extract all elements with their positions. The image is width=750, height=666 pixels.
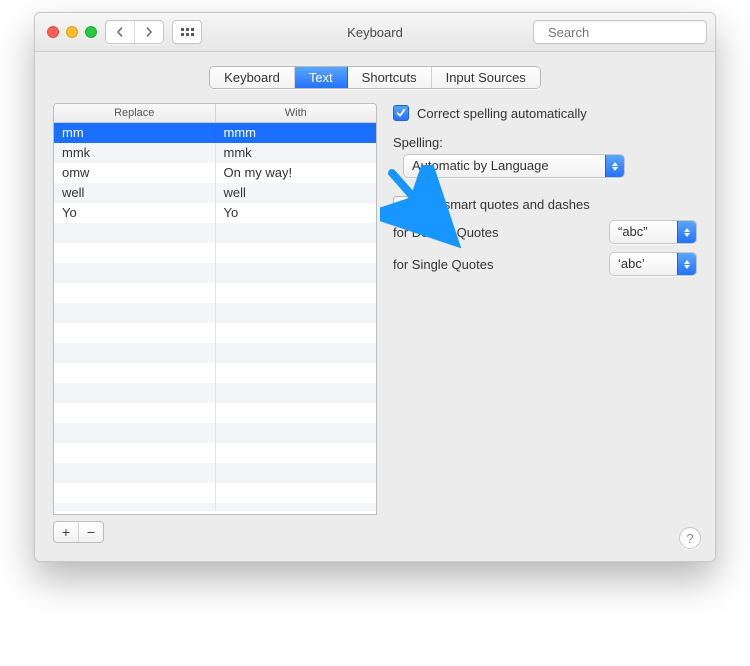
settings-tabs: Keyboard Text Shortcuts Input Sources xyxy=(53,66,697,89)
cell-with: mmm xyxy=(215,123,377,143)
cell-with: Yo xyxy=(215,203,377,223)
correct-spelling-checkbox[interactable] xyxy=(393,105,409,121)
table-header: Replace With xyxy=(54,104,376,123)
forward-button[interactable] xyxy=(134,21,163,43)
text-replacement-table[interactable]: Replace With mm mmm mmk xyxy=(53,103,377,515)
double-quotes-select[interactable]: “abc” xyxy=(609,220,697,244)
show-all-button[interactable] xyxy=(172,20,202,44)
tab-shortcuts[interactable]: Shortcuts xyxy=(348,67,432,88)
grid-icon xyxy=(181,28,194,36)
cell-replace: omw xyxy=(54,163,215,183)
cell-replace: Yo xyxy=(54,203,215,223)
stepper-arrows-icon xyxy=(677,253,696,275)
cell-with: well xyxy=(215,183,377,203)
cell-with: On my way! xyxy=(215,163,377,183)
cell-with: mmk xyxy=(215,143,377,163)
spelling-select[interactable]: Automatic by Language xyxy=(403,154,625,178)
double-quotes-row: for Double Quotes “abc” xyxy=(393,220,697,244)
spelling-value: Automatic by Language xyxy=(404,155,605,177)
stepper-arrows-icon xyxy=(605,155,624,177)
spelling-heading: Spelling: xyxy=(393,135,697,150)
add-remove-buttons: + − xyxy=(53,521,104,543)
tab-input-sources[interactable]: Input Sources xyxy=(432,67,540,88)
text-options: Correct spelling automatically Spelling:… xyxy=(393,103,697,276)
smart-quotes-row[interactable]: Use smart quotes and dashes xyxy=(393,196,697,212)
zoom-window-button[interactable] xyxy=(85,26,97,38)
window-titlebar: Keyboard xyxy=(35,13,715,52)
double-quotes-value: “abc” xyxy=(610,221,677,243)
single-quotes-select[interactable]: ‘abc’ xyxy=(609,252,697,276)
chevron-right-icon xyxy=(144,27,154,37)
text-replacement-panel: Replace With mm mmm mmk xyxy=(53,103,377,543)
checkmark-icon xyxy=(396,108,406,118)
cell-replace: mmk xyxy=(54,143,215,163)
minimize-window-button[interactable] xyxy=(66,26,78,38)
single-quotes-label: for Single Quotes xyxy=(393,257,609,272)
preferences-window: Keyboard Keyboard Text Shortcuts Input S… xyxy=(34,12,716,562)
single-quotes-value: ‘abc’ xyxy=(610,253,677,275)
chevron-left-icon xyxy=(115,27,125,37)
column-header-with[interactable]: With xyxy=(215,104,377,122)
correct-spelling-row[interactable]: Correct spelling automatically xyxy=(393,105,697,121)
table-row[interactable]: mmk mmk xyxy=(54,143,376,163)
search-field[interactable] xyxy=(533,20,707,44)
help-button[interactable]: ? xyxy=(679,527,701,549)
add-button[interactable]: + xyxy=(54,522,78,542)
table-row[interactable]: omw On my way! xyxy=(54,163,376,183)
smart-quotes-label: Use smart quotes and dashes xyxy=(417,197,590,212)
correct-spelling-label: Correct spelling automatically xyxy=(417,106,587,121)
remove-button[interactable]: − xyxy=(78,522,103,542)
traffic-lights xyxy=(43,26,97,38)
tab-text[interactable]: Text xyxy=(295,67,348,88)
table-row[interactable]: well well xyxy=(54,183,376,203)
back-button[interactable] xyxy=(106,21,134,43)
cell-replace: well xyxy=(54,183,215,203)
nav-back-forward xyxy=(105,20,164,44)
window-body: Keyboard Text Shortcuts Input Sources Re… xyxy=(35,52,715,561)
search-input[interactable] xyxy=(546,24,716,41)
stepper-arrows-icon xyxy=(677,221,696,243)
close-window-button[interactable] xyxy=(47,26,59,38)
table-row[interactable]: mm mmm xyxy=(54,123,376,143)
column-header-replace[interactable]: Replace xyxy=(54,104,215,122)
single-quotes-row: for Single Quotes ‘abc’ xyxy=(393,252,697,276)
cell-replace: mm xyxy=(54,123,215,143)
double-quotes-label: for Double Quotes xyxy=(393,225,609,240)
table-row[interactable]: Yo Yo xyxy=(54,203,376,223)
smart-quotes-checkbox[interactable] xyxy=(393,196,409,212)
tab-keyboard[interactable]: Keyboard xyxy=(210,67,295,88)
